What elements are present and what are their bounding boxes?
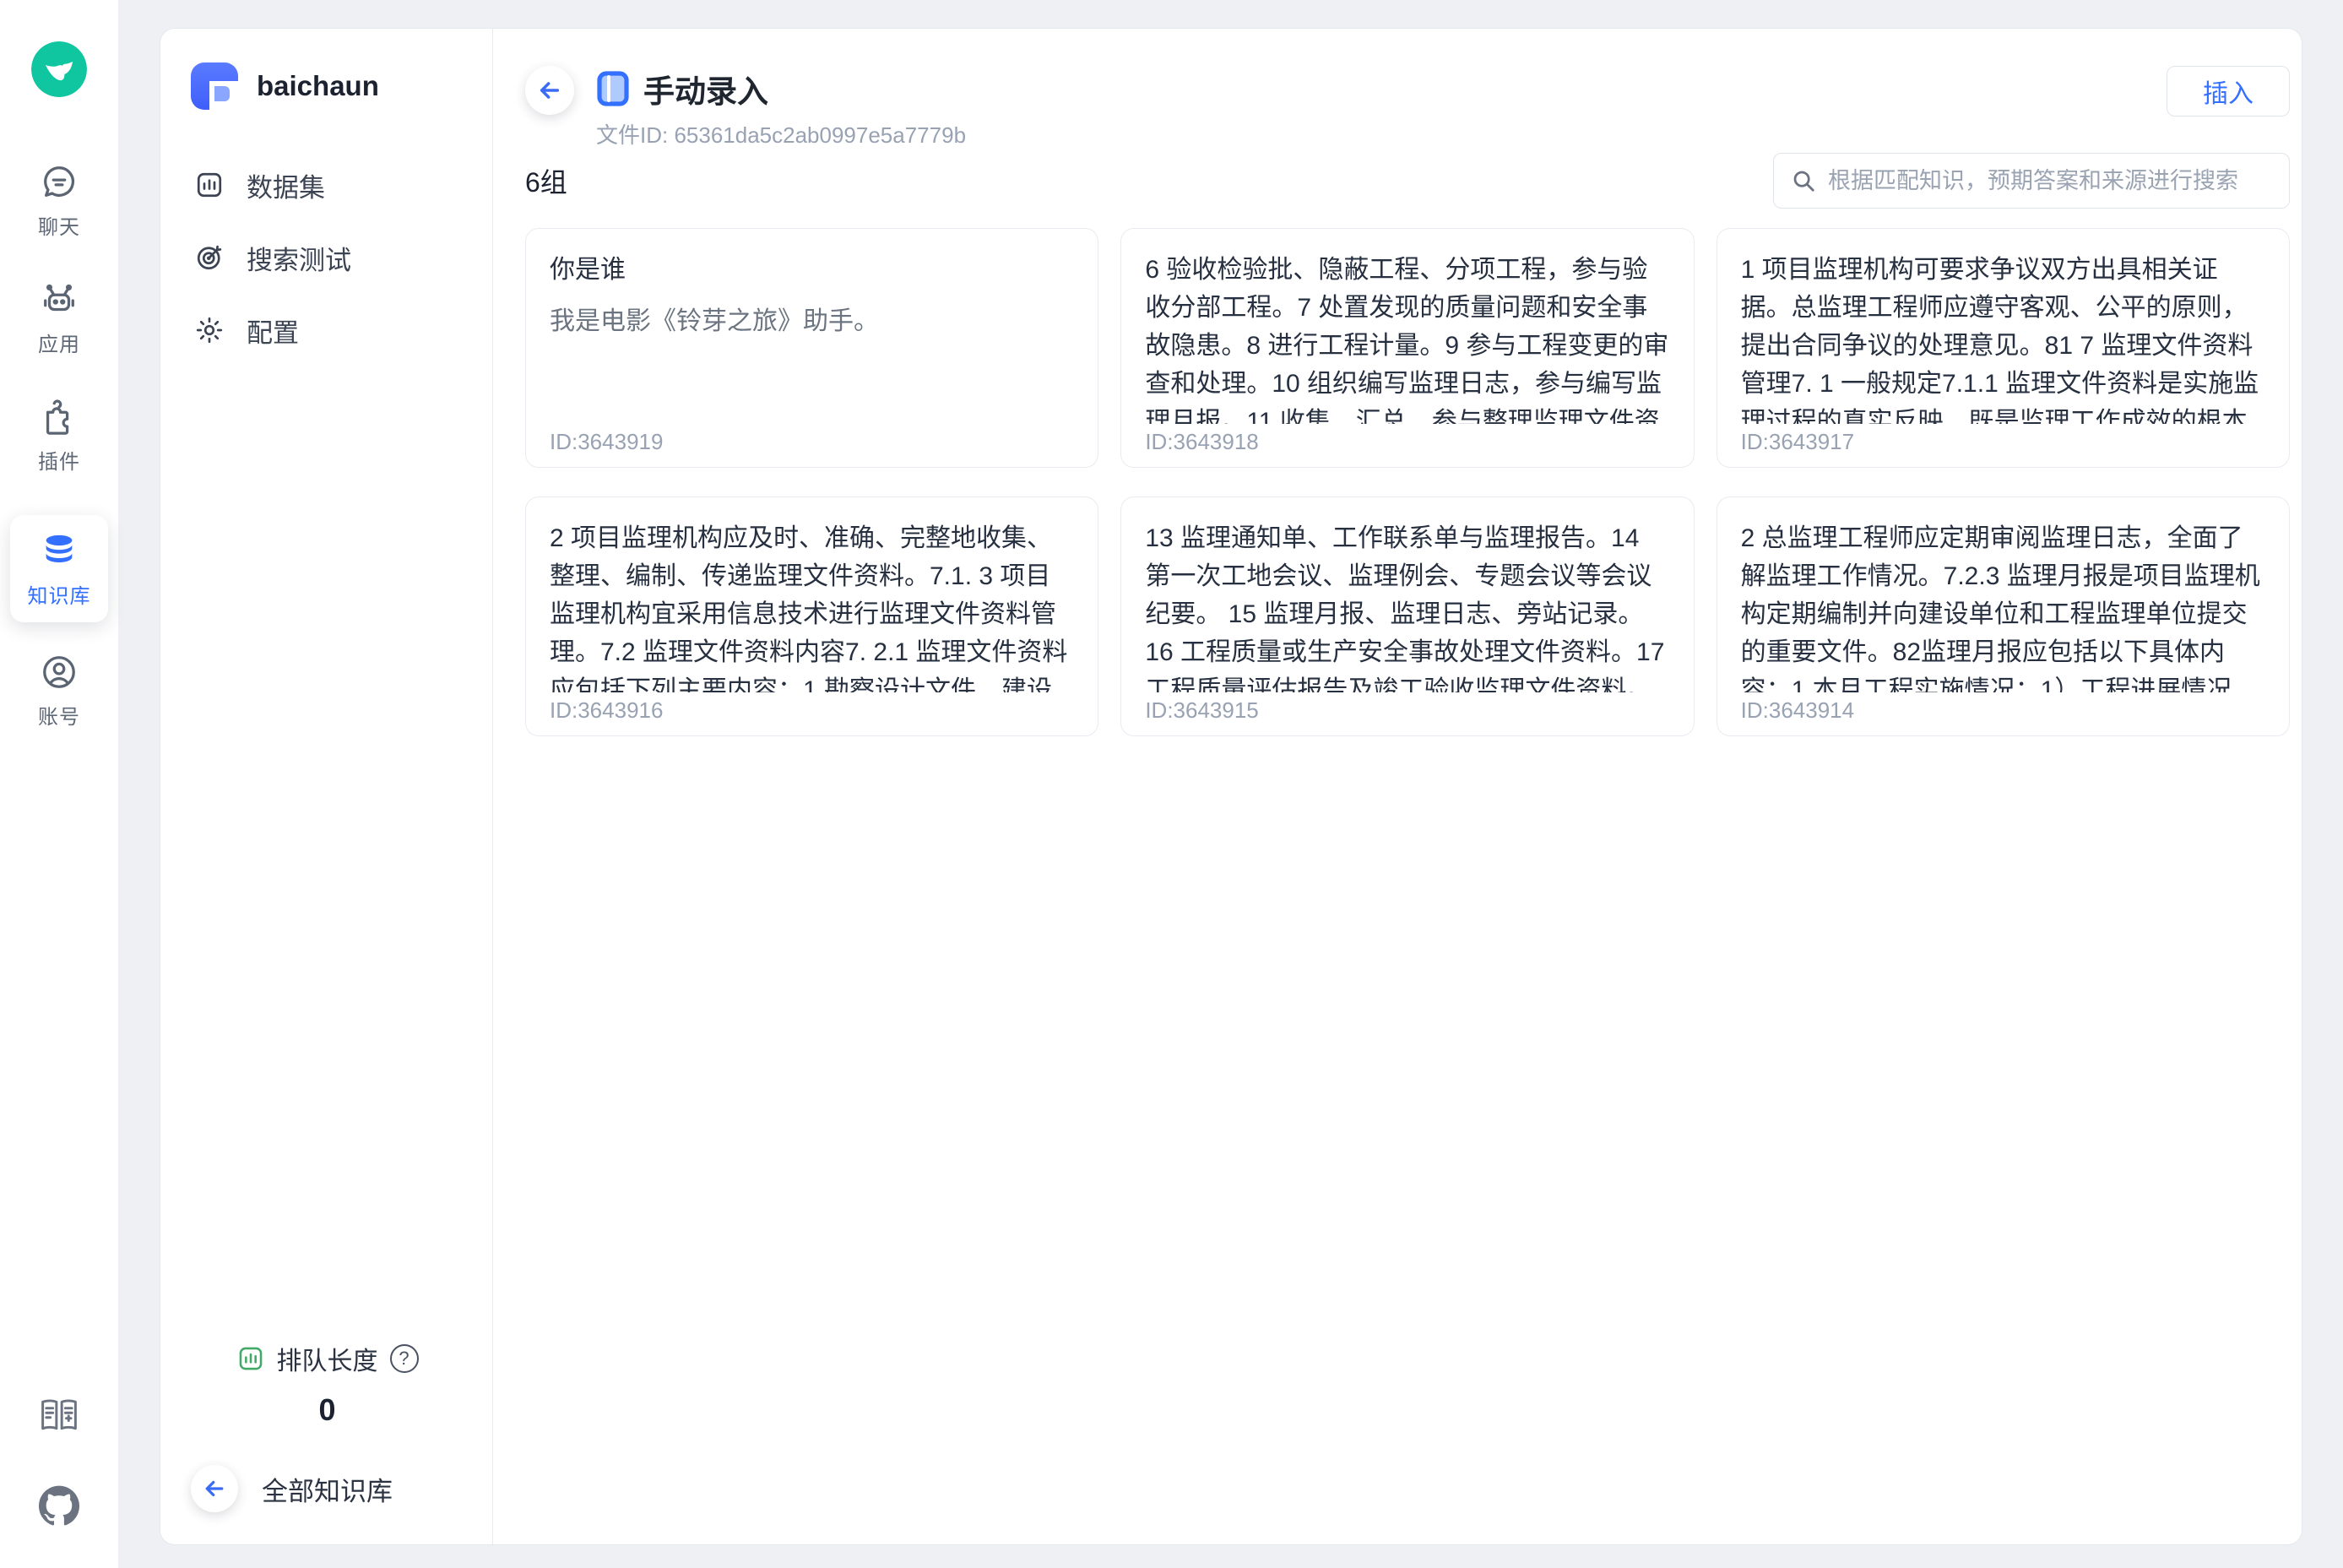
data-card[interactable]: 2 总监理工程师应定期审阅监理日志，全面了解监理工作情况。7.2.3 监理月报是… [1717,496,2290,736]
rail-item-chat[interactable]: 聊天 [0,163,118,240]
sidebar-footer: 排队长度 ? 0 全部知识库 [191,1340,464,1512]
all-kb-label: 全部知识库 [262,1470,393,1508]
data-card[interactable]: 1 项目监理机构可要求争议双方出具相关证据。总监理工程师应遵守客观、公平的原则，… [1717,228,2290,468]
data-card[interactable]: 2 项目监理机构应及时、准确、完整地收集、整理、编制、传递监理文件资料。7.1.… [525,496,1098,736]
page-header: 手动录入 文件ID: 65361da5c2ab0997e5a7779b 插入 [525,66,2290,149]
insert-button[interactable]: 插入 [2167,66,2290,117]
target-icon [194,242,225,273]
chat-icon [40,163,79,202]
queue-label: 排队长度 [277,1340,378,1377]
rail-item-account[interactable]: 账号 [0,653,118,730]
puzzle-icon [40,398,79,437]
queue-chart-icon [236,1344,265,1373]
app-logo[interactable] [31,41,87,97]
rail-item-apps[interactable]: 应用 [0,280,118,357]
rail-item-label: 聊天 [0,210,118,240]
back-circle-button[interactable] [191,1465,238,1512]
group-count: 6组 [525,161,567,200]
help-icon[interactable]: ? [390,1344,419,1373]
card-id: ID:3643918 [1145,429,1258,455]
data-card[interactable]: 你是谁 我是电影《铃芽之旅》助手。 ID:3643919 [525,228,1098,468]
kb-header: baichaun [191,62,464,110]
github-button[interactable] [39,1485,79,1526]
page-back-button[interactable] [525,66,574,115]
card-answer: 我是电影《铃芽之旅》助手。 [550,302,1074,340]
rail-nav: 聊天 应用 插件 [0,163,118,730]
docs-button[interactable] [39,1397,79,1433]
rail-footer [0,1397,118,1526]
back-arrow-icon [202,1476,227,1501]
card-id: ID:3643917 [1741,429,1854,455]
card-id: ID:3643914 [1741,697,1854,724]
workspace-name: baichaun [257,70,379,102]
kb-logo-icon [191,62,238,110]
card-question: 你是谁 [550,251,1074,289]
user-icon [40,653,79,692]
gear-icon [194,315,225,345]
page-title: 手动录入 [643,66,768,111]
rail-item-knowledge-base[interactable]: 知识库 [10,515,108,622]
card-question: 1 项目监理机构可要求争议双方出具相关证据。总监理工程师应遵守客观、公平的原则，… [1741,251,2265,424]
card-id: ID:3643915 [1145,697,1258,724]
sidebar-item-search-test[interactable]: 搜索测试 [191,233,464,282]
robot-icon [40,280,79,319]
search-box [1773,153,2290,209]
github-icon [39,1485,79,1526]
rail-item-label: 知识库 [10,579,108,609]
back-arrow-icon [536,77,563,104]
sidebar-item-config[interactable]: 配置 [191,306,464,355]
card-id: ID:3643919 [550,429,663,455]
file-icon [596,70,630,107]
rail-item-plugins[interactable]: 插件 [0,398,118,475]
toolbar: 6组 [525,153,2290,209]
content-panel: baichaun 数据集 搜索测试 [160,28,2302,1545]
sidebar-item-label: 数据集 [247,166,325,204]
data-card-grid: 你是谁 我是电影《铃芽之旅》助手。 ID:3643919 6 验收检验批、隐蔽工… [525,228,2290,736]
search-icon [1791,168,1816,193]
all-kb-back-link[interactable]: 全部知识库 [191,1465,464,1512]
queue-block: 排队长度 ? 0 [191,1340,464,1428]
search-input[interactable] [1828,168,2272,194]
dataset-icon [194,170,225,200]
card-question: 2 项目监理机构应及时、准确、完整地收集、整理、编制、传递监理文件资料。7.1.… [550,519,1074,692]
dataset-main: 手动录入 文件ID: 65361da5c2ab0997e5a7779b 插入 6… [493,29,2302,1544]
card-id: ID:3643916 [550,697,663,724]
data-card[interactable]: 13 监理通知单、工作联系单与监理报告。14 第一次工地会议、监理例会、专题会议… [1120,496,1694,736]
rail-item-label: 插件 [0,445,118,475]
card-question: 13 监理通知单、工作联系单与监理报告。14 第一次工地会议、监理例会、专题会议… [1145,519,1669,692]
file-id: 文件ID: 65361da5c2ab0997e5a7779b [596,118,966,149]
sidebar-item-label: 配置 [247,312,299,350]
sidebar-item-label: 搜索测试 [247,239,351,277]
docs-icon [39,1397,79,1433]
rail-item-label: 应用 [0,328,118,357]
data-card[interactable]: 6 验收检验批、隐蔽工程、分项工程，参与验收分部工程。7 处置发现的质量问题和安… [1120,228,1694,468]
app-window: 聊天 应用 插件 [0,0,2343,1568]
queue-value: 0 [191,1392,464,1428]
card-question: 2 总监理工程师应定期审阅监理日志，全面了解监理工作情况。7.2.3 监理月报是… [1741,519,2265,692]
rail-item-label: 账号 [0,700,118,730]
database-icon [40,532,79,571]
title-block: 手动录入 文件ID: 65361da5c2ab0997e5a7779b [596,66,966,149]
kb-sidebar: baichaun 数据集 搜索测试 [160,29,493,1544]
card-question: 6 验收检验批、隐蔽工程、分项工程，参与验收分部工程。7 处置发现的质量问题和安… [1145,251,1669,424]
sidebar-item-dataset[interactable]: 数据集 [191,160,464,209]
nav-rail: 聊天 应用 插件 [0,0,118,1568]
